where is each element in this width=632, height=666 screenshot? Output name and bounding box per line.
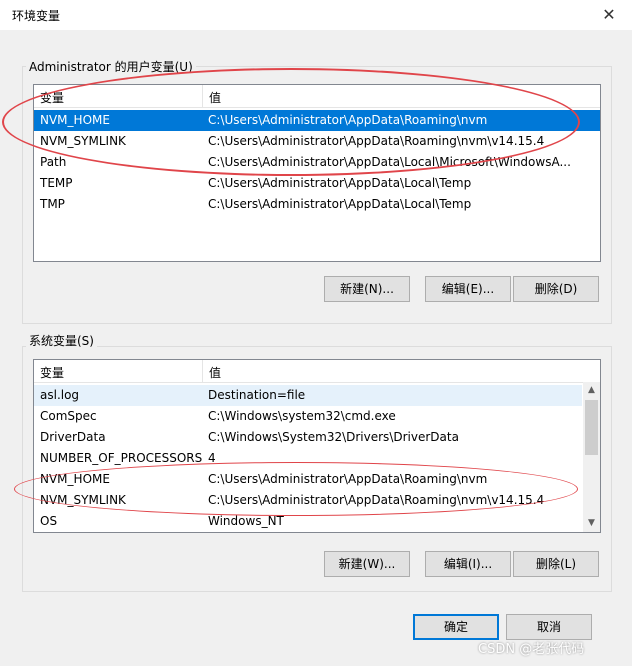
table-row[interactable]: NVM_HOME C:\Users\Administrator\AppData\… — [34, 469, 600, 490]
system-edit-button[interactable]: 编辑(I)... — [425, 551, 511, 577]
var-value: C:\Users\Administrator\AppData\Roaming\n… — [208, 472, 488, 486]
watermark: CSDN @老张代码 — [478, 642, 585, 657]
user-new-button[interactable]: 新建(N)... — [324, 276, 410, 302]
ok-button[interactable]: 确定 — [413, 614, 499, 640]
user-edit-button[interactable]: 编辑(E)... — [425, 276, 511, 302]
user-vars-legend: Administrator 的用户变量(U) — [26, 58, 196, 75]
cancel-button[interactable]: 取消 — [506, 614, 592, 640]
var-name: asl.log — [40, 388, 80, 402]
table-row[interactable]: NVM_SYMLINK C:\Users\Administrator\AppDa… — [34, 131, 600, 152]
var-name: DriverData — [40, 430, 106, 444]
table-row[interactable]: NVM_HOME C:\Users\Administrator\AppData\… — [34, 110, 600, 131]
system-delete-button[interactable]: 删除(L) — [513, 551, 599, 577]
table-row[interactable]: TEMP C:\Users\Administrator\AppData\Loca… — [34, 173, 600, 194]
var-name: NVM_SYMLINK — [40, 134, 126, 148]
column-header-value[interactable]: 值 — [209, 364, 221, 381]
title-bar: 环境变量 ✕ — [0, 0, 632, 30]
window-title: 环境变量 — [12, 9, 61, 23]
var-value: Windows_NT — [208, 514, 284, 528]
scroll-down-icon[interactable]: ▼ — [583, 515, 600, 532]
scroll-up-icon[interactable]: ▲ — [583, 382, 600, 399]
column-header-name[interactable]: 变量 — [40, 89, 64, 106]
var-name: NVM_SYMLINK — [40, 493, 126, 507]
user-delete-button[interactable]: 删除(D) — [513, 276, 599, 302]
var-value: C:\Users\Administrator\AppData\Local\Tem… — [208, 197, 472, 211]
system-vars-legend: 系统变量(S) — [26, 332, 97, 349]
table-row[interactable]: NUMBER_OF_PROCESSORS 4 — [34, 448, 600, 469]
table-row[interactable]: ComSpec C:\Windows\system32\cmd.exe — [34, 406, 600, 427]
system-vars-list[interactable]: 变量 值 asl.log Destination=file ComSpec C:… — [33, 359, 601, 533]
user-vars-header: 变量 值 — [34, 85, 600, 108]
close-icon[interactable]: ✕ — [598, 4, 620, 26]
var-value: C:\Users\Administrator\AppData\Roaming\n… — [208, 134, 545, 148]
var-value: C:\Users\Administrator\AppData\Roaming\n… — [208, 113, 488, 127]
background-window-edge — [624, 216, 632, 246]
user-vars-list[interactable]: 变量 值 NVM_HOME C:\Users\Administrator\App… — [33, 84, 601, 262]
var-value: C:\Windows\System32\Drivers\DriverData — [208, 430, 459, 444]
var-value: 4 — [208, 451, 216, 465]
table-row[interactable]: Path C:\Users\Administrator\AppData\Loca… — [34, 152, 600, 173]
system-vars-header: 变量 值 — [34, 360, 600, 383]
table-row[interactable]: NVM_SYMLINK C:\Users\Administrator\AppDa… — [34, 490, 600, 511]
var-name: ComSpec — [40, 409, 97, 423]
var-name: NVM_HOME — [40, 472, 110, 486]
var-name: Path — [40, 155, 67, 169]
var-value: C:\Users\Administrator\AppData\Roaming\n… — [208, 493, 545, 507]
table-row[interactable]: asl.log Destination=file — [34, 385, 582, 406]
scroll-thumb[interactable] — [585, 400, 598, 455]
var-value: C:\Users\Administrator\AppData\Local\Tem… — [208, 176, 472, 190]
table-row[interactable]: TMP C:\Users\Administrator\AppData\Local… — [34, 194, 600, 215]
var-name: NUMBER_OF_PROCESSORS — [40, 451, 203, 465]
system-new-button[interactable]: 新建(W)... — [324, 551, 410, 577]
dialog-body: Administrator 的用户变量(U) 变量 值 NVM_HOME C:\… — [8, 30, 624, 666]
table-row[interactable]: OS Windows_NT — [34, 511, 600, 532]
var-value: Destination=file — [208, 388, 306, 402]
column-header-value[interactable]: 值 — [209, 89, 221, 106]
var-name: TMP — [40, 197, 65, 211]
var-name: TEMP — [40, 176, 73, 190]
var-name: OS — [40, 514, 58, 528]
var-value: C:\Windows\system32\cmd.exe — [208, 409, 396, 423]
table-row[interactable]: DriverData C:\Windows\System32\Drivers\D… — [34, 427, 600, 448]
system-vars-scrollbar[interactable]: ▲ ▼ — [583, 382, 600, 532]
var-name: NVM_HOME — [40, 113, 110, 127]
var-value: C:\Users\Administrator\AppData\Local\Mic… — [208, 155, 571, 169]
column-header-name[interactable]: 变量 — [40, 364, 64, 381]
